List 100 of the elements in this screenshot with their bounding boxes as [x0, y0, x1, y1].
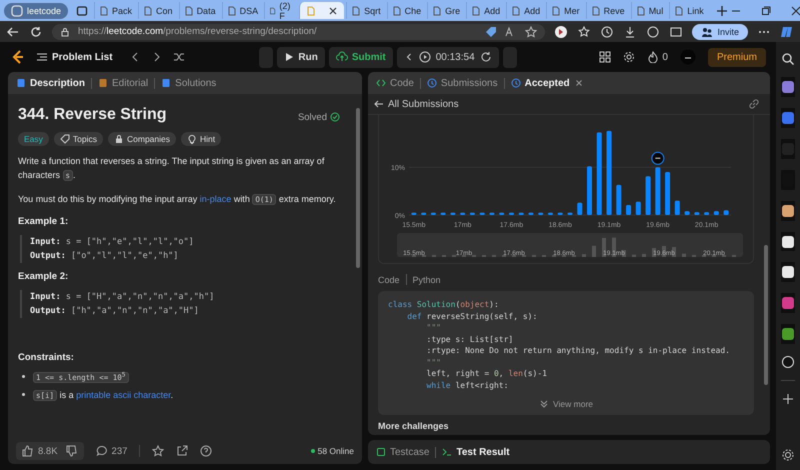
help-icon[interactable] [200, 445, 212, 457]
avatar-icon[interactable] [680, 49, 696, 65]
browser-tab[interactable]: Data [178, 2, 220, 19]
panel-tab[interactable]: Editorial [98, 78, 148, 88]
chart-bar[interactable] [548, 212, 553, 215]
browser-tab[interactable]: Add [506, 2, 544, 19]
browser-tab[interactable]: (2) F [264, 2, 298, 19]
chart-bar[interactable] [636, 202, 641, 215]
chart-bar[interactable] [499, 212, 504, 215]
tag-chip[interactable]: Companies [108, 132, 176, 146]
close-icon[interactable] [790, 4, 800, 16]
restore-icon[interactable] [760, 4, 772, 16]
thumbs-down-icon[interactable] [66, 445, 78, 457]
chart-bar[interactable] [538, 212, 544, 215]
chart-bar[interactable] [568, 212, 572, 215]
submit-button[interactable]: Submit [328, 46, 393, 68]
tag-chip[interactable]: Topics [54, 132, 103, 146]
grid-icon[interactable] [599, 51, 612, 63]
tag-chip[interactable]: Easy [18, 132, 49, 146]
history-icon[interactable] [600, 24, 614, 38]
chart-bar[interactable] [577, 202, 582, 215]
chat-icon[interactable] [646, 24, 660, 38]
chart-bar[interactable] [626, 204, 632, 215]
panel-tab[interactable]: Solutions [161, 78, 216, 88]
copilot-icon[interactable] [780, 24, 794, 38]
browser-tab[interactable]: Gre [427, 2, 464, 19]
inline-link[interactable]: in-place [200, 194, 232, 204]
problem-list-button[interactable]: Problem List [36, 51, 113, 63]
run-button[interactable]: Run [277, 46, 325, 68]
browser-tab[interactable]: Add [466, 2, 504, 19]
console-tab[interactable]: Testcase [376, 446, 430, 458]
browser-tab[interactable]: Mer [546, 2, 584, 19]
streak-counter[interactable]: 0 [647, 51, 668, 63]
all-submissions-link[interactable]: All Submissions [374, 98, 459, 110]
chart-bar[interactable] [518, 212, 524, 215]
chart-bar[interactable] [714, 211, 719, 215]
tag-chip[interactable]: Hint [181, 132, 222, 146]
app-icon[interactable] [781, 355, 795, 370]
chart-bar[interactable] [694, 212, 700, 215]
app-icon[interactable] [781, 200, 795, 221]
browser-tab[interactable]: Pack [94, 2, 136, 19]
chart-bar[interactable] [587, 166, 592, 215]
chart-bar[interactable] [411, 212, 416, 215]
chart-bar[interactable] [684, 211, 690, 215]
close-icon[interactable] [574, 78, 584, 88]
reset-icon[interactable] [480, 51, 492, 63]
chart-bar[interactable] [470, 212, 475, 215]
add-icon[interactable] [781, 392, 795, 406]
chart-bar[interactable] [558, 212, 563, 215]
tab-actions-icon[interactable] [76, 4, 88, 16]
panel-tab[interactable]: Description [16, 78, 86, 88]
avatar-marker-icon[interactable] [651, 152, 664, 165]
console-tab[interactable]: Test Result [442, 446, 510, 458]
chart-bar[interactable] [508, 212, 514, 215]
chart-bar[interactable] [450, 212, 456, 215]
chart-bar[interactable] [704, 212, 710, 215]
new-tab-icon[interactable] [716, 4, 728, 16]
browser-tab[interactable]: Sqrt [346, 2, 385, 19]
app-icon[interactable] [781, 262, 795, 282]
browser-tab[interactable]: Link [669, 2, 708, 19]
screenshot-icon[interactable] [669, 24, 684, 38]
chart-bar[interactable] [665, 172, 670, 215]
price-tag-icon[interactable] [485, 26, 498, 38]
extension-icon[interactable] [554, 24, 568, 38]
chart-bar[interactable] [724, 210, 729, 215]
panel-tab[interactable]: Accepted [510, 78, 584, 88]
timer[interactable]: 00:13:54 [396, 46, 499, 68]
chart-bar[interactable] [430, 212, 436, 215]
close-icon[interactable] [328, 6, 338, 16]
chart-bar[interactable] [646, 176, 651, 215]
chart-bar[interactable] [674, 200, 680, 215]
view-more-button[interactable]: View more [539, 399, 593, 409]
refresh-icon[interactable] [29, 24, 43, 38]
chart-bar[interactable] [655, 167, 660, 215]
chart-bar[interactable] [440, 212, 446, 215]
chart-bar[interactable] [489, 212, 494, 215]
chart-bar[interactable] [606, 130, 612, 215]
app-icon[interactable] [781, 232, 795, 252]
back-icon[interactable] [6, 24, 20, 38]
comments-button[interactable]: 237 [96, 445, 128, 457]
share-icon[interactable] [176, 445, 188, 457]
star-icon[interactable] [525, 26, 538, 38]
browser-tab[interactable]: Reve [586, 2, 629, 19]
browser-tab[interactable] [299, 2, 344, 19]
address-field[interactable]: https://leetcode.com/problems/reverse-string/description/ [52, 24, 546, 40]
favorites-icon[interactable] [577, 24, 592, 38]
search-icon[interactable] [781, 52, 795, 66]
settings-icon[interactable] [781, 448, 795, 462]
panel-tab[interactable]: Code [376, 78, 414, 88]
star-icon[interactable] [152, 445, 164, 457]
chart-bar[interactable] [616, 184, 622, 215]
browser-tab[interactable]: DSA [222, 2, 262, 19]
chart-bar[interactable] [421, 212, 426, 215]
logo-icon[interactable] [10, 49, 26, 65]
chart-bar[interactable] [460, 212, 466, 215]
panel-tab[interactable]: Submissions [426, 78, 498, 88]
chart-bar[interactable] [480, 212, 485, 215]
premium-button[interactable]: Premium [708, 48, 766, 66]
settings-icon[interactable] [623, 51, 636, 63]
browser-tab[interactable]: Che [386, 2, 426, 19]
